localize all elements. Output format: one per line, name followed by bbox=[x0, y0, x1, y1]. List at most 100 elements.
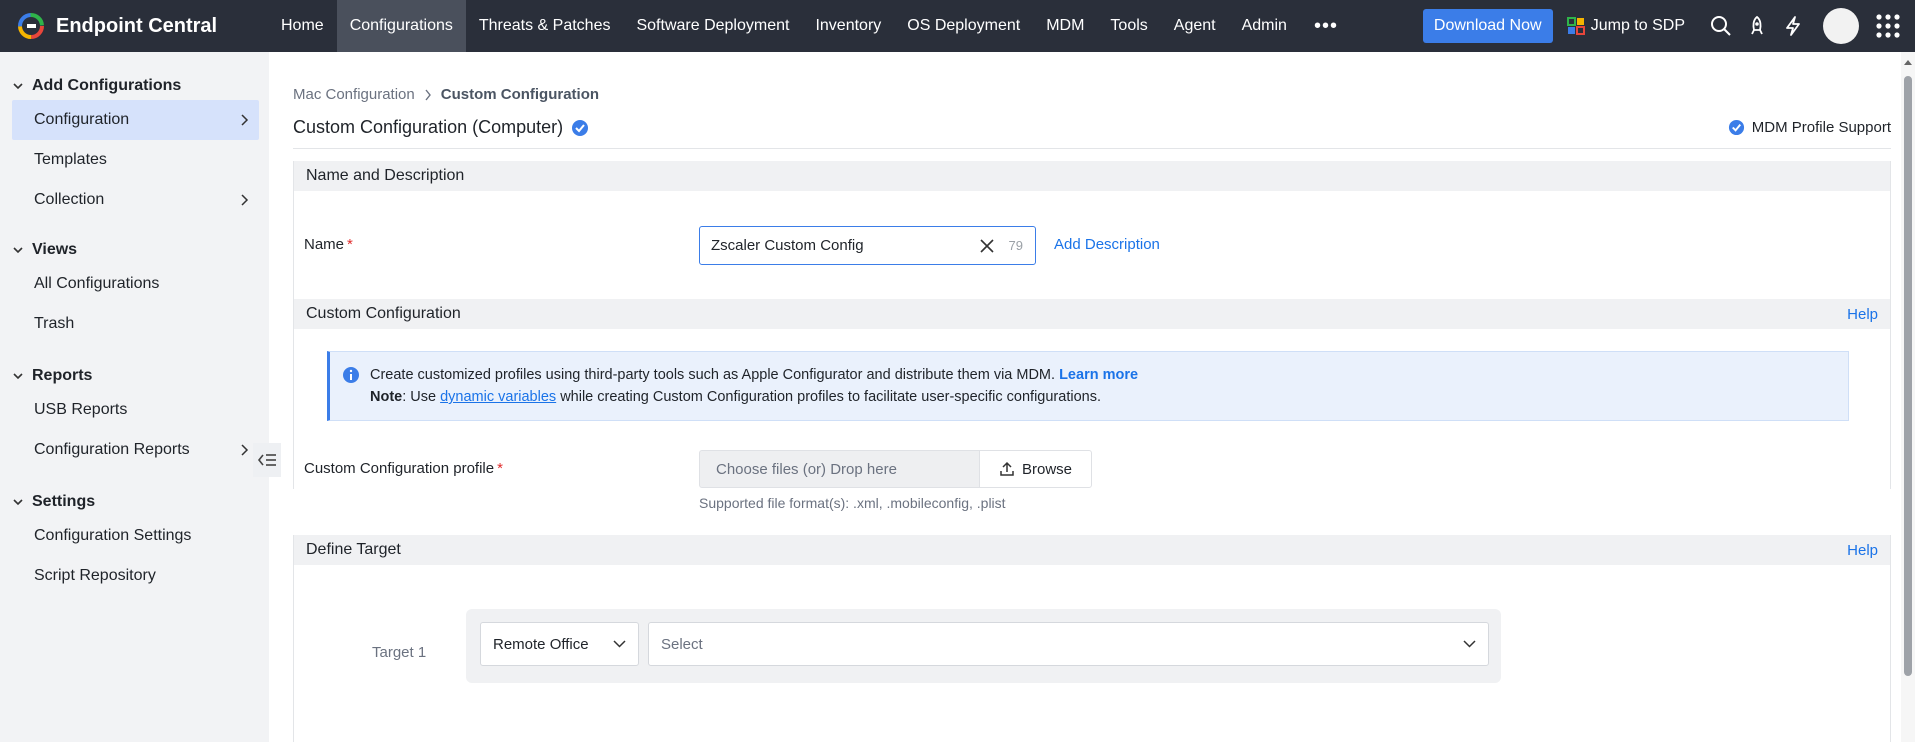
sidebar-item-collection[interactable]: Collection bbox=[12, 180, 259, 220]
name-field[interactable]: Zscaler Custom Config 79 bbox=[699, 226, 1036, 265]
scroll-up-icon[interactable] bbox=[1903, 58, 1913, 66]
sidebar-item-usb-reports[interactable]: USB Reports bbox=[12, 390, 259, 430]
sidebar-item-templates[interactable]: Templates bbox=[12, 140, 259, 180]
note-label: Note bbox=[370, 389, 403, 405]
sidebar-item-script-repository[interactable]: Script Repository bbox=[12, 556, 259, 596]
required-mark: * bbox=[497, 460, 503, 477]
sidebar-item-configuration-reports[interactable]: Configuration Reports bbox=[12, 430, 259, 470]
sidebar-section-title: Views bbox=[32, 241, 78, 258]
character-count: 79 bbox=[1008, 238, 1023, 253]
nav-tools[interactable]: Tools bbox=[1097, 0, 1160, 52]
nav-software-deployment[interactable]: Software Deployment bbox=[623, 0, 802, 52]
jump-to-sdp-label: Jump to SDP bbox=[1590, 17, 1685, 34]
note-prefix: : Use bbox=[402, 389, 441, 405]
learn-more-link[interactable]: Learn more bbox=[1059, 367, 1138, 383]
app-name: Endpoint Central bbox=[56, 14, 218, 37]
nav-mdm[interactable]: MDM bbox=[1033, 0, 1097, 52]
nav-configurations[interactable]: Configurations bbox=[336, 0, 466, 52]
sidebar-item-label: Collection bbox=[34, 191, 105, 208]
apps-grid-icon[interactable] bbox=[1873, 11, 1903, 41]
sidebar-item-label: Trash bbox=[34, 315, 75, 332]
required-mark: * bbox=[347, 236, 353, 253]
sidebar-section-add-configurations[interactable]: Add Configurations bbox=[0, 72, 269, 100]
sidebar-section-reports[interactable]: Reports bbox=[0, 362, 269, 390]
help-link[interactable]: Help bbox=[1847, 306, 1878, 323]
nav-inventory[interactable]: Inventory bbox=[802, 0, 894, 52]
sidebar-item-configuration[interactable]: Configuration bbox=[12, 100, 259, 140]
name-label-text: Name bbox=[304, 236, 345, 253]
search-icon[interactable] bbox=[1708, 13, 1734, 39]
add-description-link[interactable]: Add Description bbox=[1054, 236, 1160, 253]
endpoint-central-logo bbox=[18, 13, 44, 39]
chevron-right-icon bbox=[241, 194, 249, 206]
verified-badge-icon bbox=[1728, 119, 1744, 136]
chevron-down-icon bbox=[13, 373, 23, 380]
sidebar-item-configuration-settings[interactable]: Configuration Settings bbox=[12, 516, 259, 556]
sidebar-section-settings[interactable]: Settings bbox=[0, 488, 269, 516]
scrollbar[interactable] bbox=[1901, 52, 1915, 742]
chevron-down-icon bbox=[13, 499, 23, 506]
jump-to-sdp-link[interactable]: Jump to SDP bbox=[1566, 17, 1685, 35]
download-now-button[interactable]: Download Now bbox=[1422, 9, 1553, 43]
page-title: Custom Configuration (Computer) bbox=[293, 117, 589, 138]
panel-title: Custom Configuration bbox=[306, 305, 461, 322]
file-drop-zone[interactable]: Choose files (or) Drop here bbox=[699, 450, 980, 488]
sidebar-item-label: Templates bbox=[34, 151, 107, 168]
chevron-down-icon bbox=[13, 83, 23, 90]
mdm-profile-support-label: MDM Profile Support bbox=[1751, 119, 1891, 136]
sidebar-item-label: Script Repository bbox=[34, 567, 156, 584]
main-nav: Home Configurations Threats & Patches So… bbox=[268, 0, 1352, 52]
sidebar-section-title: Settings bbox=[32, 493, 96, 510]
target-type-value: Remote Office bbox=[493, 635, 589, 653]
chevron-right-icon bbox=[241, 114, 249, 126]
info-banner: Create customized profiles using third-p… bbox=[327, 351, 1849, 421]
upload-icon bbox=[1000, 461, 1014, 476]
sidebar-section-views[interactable]: Views bbox=[0, 236, 269, 264]
breadcrumb-parent[interactable]: Mac Configuration bbox=[293, 86, 415, 103]
nav-os-deployment[interactable]: OS Deployment bbox=[894, 0, 1033, 52]
lightning-icon[interactable] bbox=[1780, 13, 1806, 39]
name-field-value: Zscaler Custom Config bbox=[711, 237, 864, 254]
browse-button[interactable]: Browse bbox=[979, 450, 1092, 488]
verified-badge-icon bbox=[572, 119, 589, 136]
nav-home[interactable]: Home bbox=[268, 0, 337, 52]
page-title-text: Custom Configuration (Computer) bbox=[293, 117, 564, 137]
scrollbar-thumb[interactable] bbox=[1904, 76, 1912, 676]
info-line-1: Create customized profiles using third-p… bbox=[370, 364, 1834, 386]
browse-label: Browse bbox=[1021, 460, 1073, 478]
target-value-select[interactable]: Select bbox=[648, 622, 1489, 666]
sidebar-item-label: Configuration Settings bbox=[34, 527, 192, 544]
info-text: Create customized profiles using third-p… bbox=[370, 367, 1056, 383]
profile-label-text: Custom Configuration profile bbox=[304, 460, 495, 477]
note-suffix: while creating Custom Configuration prof… bbox=[556, 389, 1101, 405]
clear-icon[interactable] bbox=[979, 238, 995, 254]
mdm-profile-support: MDM Profile Support bbox=[1728, 119, 1891, 136]
sidebar: Add Configurations Configuration Templat… bbox=[0, 52, 269, 742]
chevron-down-icon bbox=[613, 640, 626, 648]
chevron-right-icon bbox=[425, 89, 431, 100]
divider bbox=[293, 148, 1891, 149]
chevron-down-icon bbox=[1463, 640, 1476, 648]
sidebar-section-title: Add Configurations bbox=[32, 77, 182, 94]
avatar[interactable] bbox=[1823, 8, 1859, 44]
sidebar-item-all-configurations[interactable]: All Configurations bbox=[12, 264, 259, 304]
target-type-select[interactable]: Remote Office bbox=[480, 622, 639, 666]
name-label: Name * bbox=[304, 236, 353, 253]
nav-threats-patches[interactable]: Threats & Patches bbox=[466, 0, 624, 52]
sidebar-item-trash[interactable]: Trash bbox=[12, 304, 259, 344]
nav-more-icon[interactable]: ••• bbox=[1300, 0, 1352, 52]
panel-header: Name and Description bbox=[294, 161, 1890, 191]
rocket-icon[interactable] bbox=[1744, 13, 1770, 39]
sdp-icon bbox=[1566, 17, 1585, 35]
breadcrumb-current: Custom Configuration bbox=[440, 86, 600, 103]
nav-admin[interactable]: Admin bbox=[1229, 0, 1300, 52]
target-value-placeholder: Select bbox=[661, 635, 703, 653]
sidebar-item-label: Configuration bbox=[34, 111, 130, 128]
dynamic-variables-link[interactable]: dynamic variables bbox=[440, 389, 556, 405]
help-link[interactable]: Help bbox=[1847, 542, 1878, 559]
breadcrumb: Mac Configuration Custom Configuration bbox=[293, 86, 599, 103]
top-right-actions: Download Now Jump to SDP bbox=[1422, 0, 1915, 52]
brand[interactable]: Endpoint Central bbox=[0, 11, 268, 41]
chevron-right-icon bbox=[241, 444, 249, 456]
nav-agent[interactable]: Agent bbox=[1161, 0, 1229, 52]
